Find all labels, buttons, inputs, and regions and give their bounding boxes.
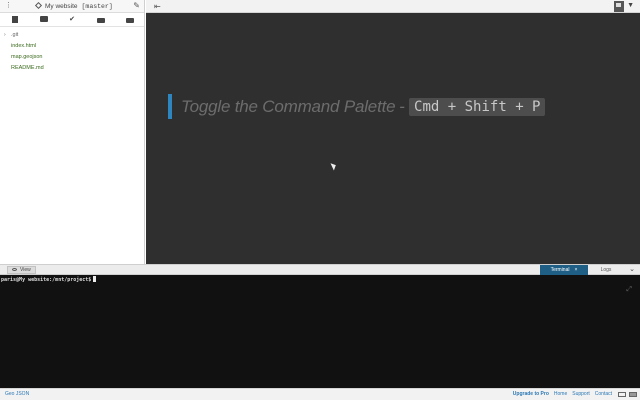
sidebar: ⋮ My website [master] ✎ ✔ › .git index.htm… [0,0,145,264]
tab-label: Terminal [550,267,570,273]
vertical-dots-icon[interactable]: ⋮ [5,1,12,11]
terminal-cursor [93,276,97,282]
tree-item-label: .git [11,32,19,38]
sidebar-header: ⋮ My website [master] ✎ [0,0,144,13]
mouse-pointer-icon [330,161,338,171]
hint-shortcut: Cmd + Shift + P [409,97,546,116]
project-name: My website [45,3,78,10]
terminal[interactable]: paris@My website:/mnt/project$ ⤢ [0,275,640,388]
file-tree: › .git index.html map.geojson README.md [0,27,144,74]
new-file-icon[interactable] [11,16,19,24]
chevron-down-icon[interactable]: ▼ [627,2,634,9]
tab-terminal[interactable]: Terminal × [540,265,588,275]
tree-folder-git[interactable]: › .git [0,30,144,41]
tree-item-label: README.md [11,65,44,71]
home-link[interactable]: Home [554,391,567,397]
wrench-icon[interactable]: ✎ [133,1,140,10]
contact-link[interactable]: Contact [595,391,612,397]
project-icon [34,1,43,10]
tree-file-readme[interactable]: README.md [0,63,144,74]
new-folder-icon[interactable] [40,16,48,24]
editor-topbar: ⇤ ▼ [146,0,640,13]
tab-label: Logs [600,267,612,273]
tree-file-map-geojson[interactable]: map.geojson [0,52,144,63]
screen-icon[interactable] [629,392,637,397]
upgrade-link[interactable]: Upgrade to Pro [513,391,549,397]
hint-text: Toggle the Command Palette [181,96,396,116]
tree-file-index-html[interactable]: index.html [0,41,144,52]
hint-separator: - [399,96,406,116]
chevron-right-icon[interactable]: › [4,30,6,41]
status-links: Upgrade to Pro Home Support Contact [508,391,612,397]
hint-accent-bar [168,94,172,119]
status-bar: Geo JSON Upgrade to Pro Home Support Contac… [0,388,640,400]
chevron-down-icon[interactable]: ⌄ [627,265,637,275]
branch-label[interactable]: [master] [82,3,113,10]
upload-icon[interactable] [97,16,105,24]
terminal-prompt: paris@My website:/mnt/project$ [1,276,97,283]
sidebar-toolbar: ✔ [0,13,144,27]
checkmark-icon[interactable]: ✔ [68,16,76,24]
tree-item-label: map.geojson [11,54,43,60]
project-switcher[interactable]: My website [master] [34,1,113,10]
keyboard-icon[interactable] [618,392,626,397]
command-palette-hint: Toggle the Command Palette - Cmd + Shift… [168,94,546,119]
eye-icon [12,268,17,271]
close-icon[interactable]: × [574,267,577,273]
panel-tabbar: View Terminal × Logs ⌄ [0,264,640,275]
avatar[interactable] [614,1,624,12]
prompt-text: paris@My website:/mnt/project$ [1,277,92,283]
download-icon[interactable] [126,16,134,24]
editor-area[interactable]: Toggle the Command Palette - Cmd + Shift… [146,13,640,264]
language-mode[interactable]: Geo JSON [5,391,29,397]
tab-logs[interactable]: Logs [588,265,624,275]
exit-icon[interactable]: ⇤ [154,2,161,11]
tree-item-label: index.html [11,43,37,49]
support-link[interactable]: Support [572,391,590,397]
view-button-label: View [20,267,31,273]
view-button[interactable]: View [7,266,36,274]
expand-icon[interactable]: ⤢ [626,286,632,294]
